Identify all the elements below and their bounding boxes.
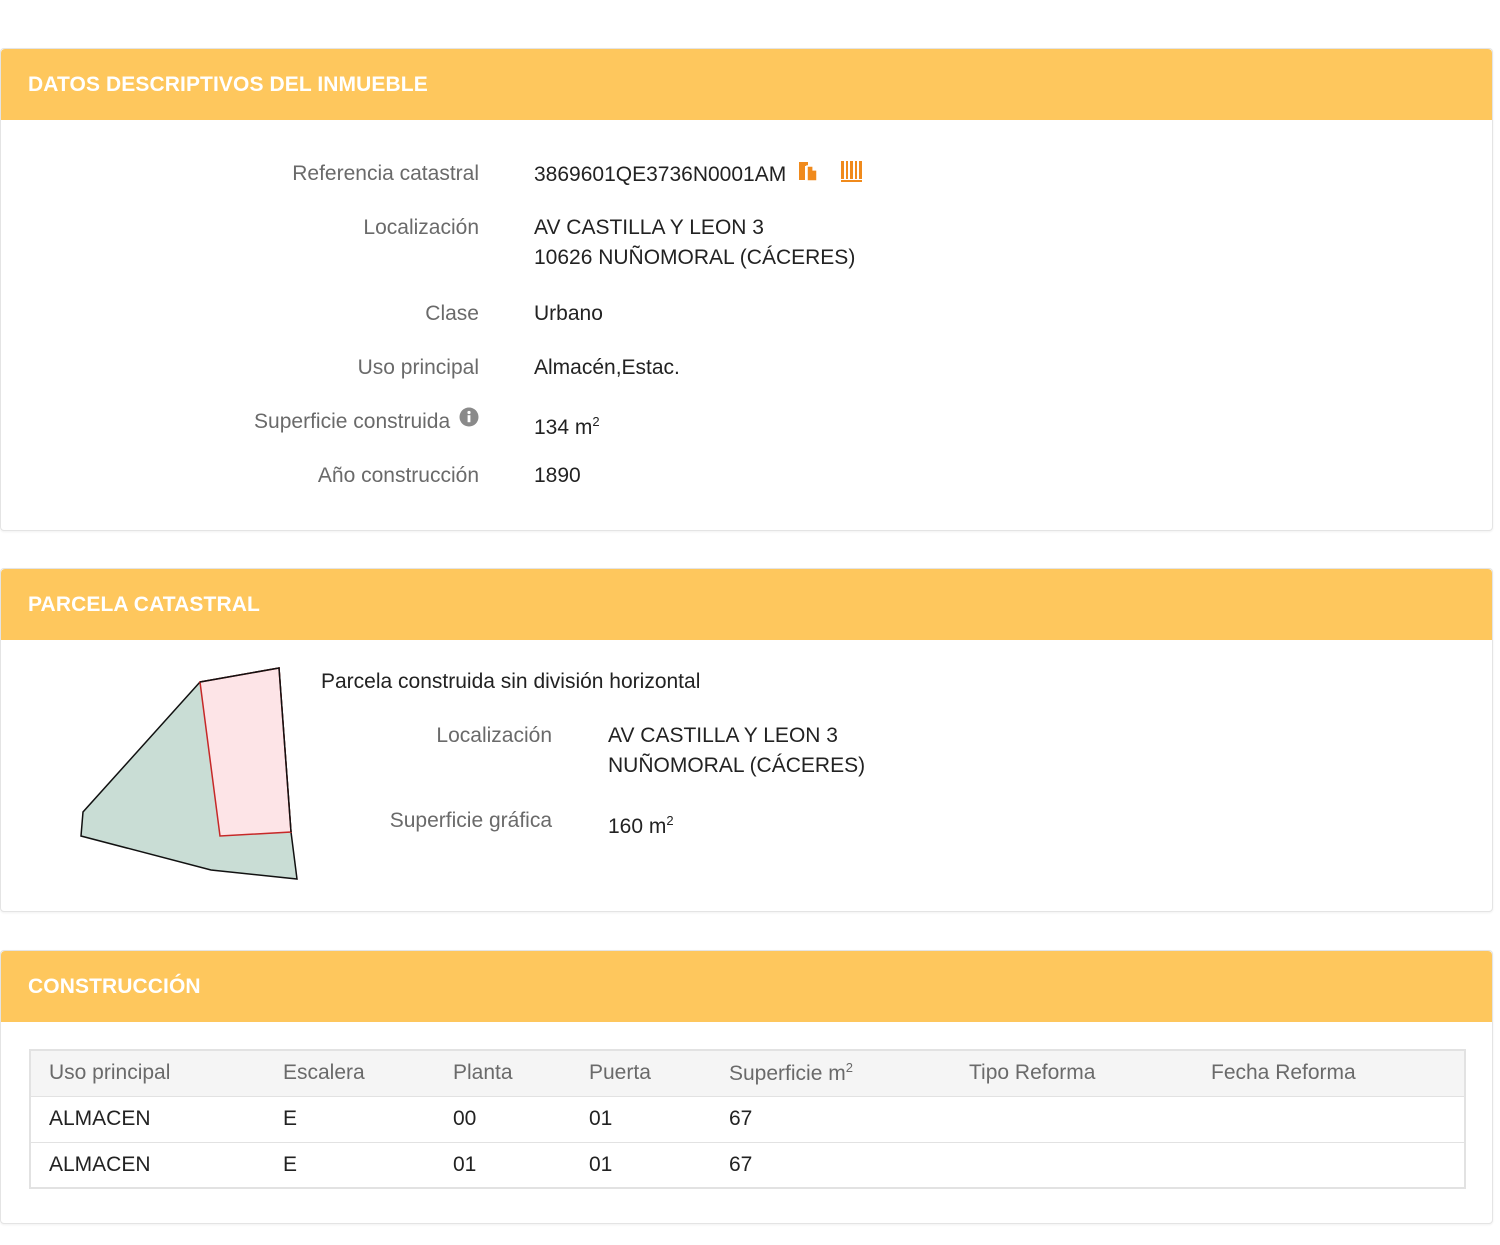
cell-uso: ALMACEN <box>49 1152 151 1176</box>
col-escalera: Escalera <box>283 1061 365 1085</box>
col-tipo-reforma: Tipo Reforma <box>969 1061 1096 1085</box>
superficie-construida-text: Superficie construida <box>254 410 451 433</box>
superficie-construida-number: 134 m <box>534 416 593 439</box>
referencia-label: Referencia catastral <box>292 162 479 185</box>
parcela-localizacion-value: AV CASTILLA Y LEON 3 NUÑOMORAL (CÁCERES) <box>608 721 865 781</box>
datos-descriptivos-header: DATOS DESCRIPTIVOS DEL INMUEBLE <box>1 49 1492 120</box>
col-superficie: Superficie m2 <box>711 1050 951 1096</box>
construccion-header: CONSTRUCCIÓN <box>1 951 1492 1022</box>
parcela-localizacion-label: Localización <box>436 724 552 747</box>
parcela-subtitle: Parcela construida sin división horizont… <box>321 670 701 693</box>
cell-puerta: 01 <box>589 1152 613 1176</box>
anio-construccion-value: 1890 <box>534 464 581 487</box>
parcela-catastral-panel: PARCELA CATASTRAL Parcela construida sin… <box>0 568 1493 912</box>
cell-superficie: 67 <box>729 1152 753 1176</box>
cell-planta: 01 <box>453 1152 477 1176</box>
localizacion-label: Localización <box>363 216 479 239</box>
localizacion-value: AV CASTILLA Y LEON 3 10626 NUÑOMORAL (CÁ… <box>534 213 855 273</box>
construccion-title: CONSTRUCCIÓN <box>28 974 201 998</box>
col-uso-principal: Uso principal <box>49 1061 171 1085</box>
superficie-grafica-value: 160 m2 <box>608 806 674 842</box>
superficie-construida-label: Superficie construida <box>254 407 479 434</box>
clase-label: Clase <box>425 302 479 325</box>
parcel-map[interactable] <box>71 664 311 894</box>
cell-puerta: 01 <box>589 1107 613 1130</box>
table-row: ALMACEN E 00 01 67 <box>30 1096 1465 1142</box>
cell-fecha-reforma <box>1193 1096 1465 1142</box>
construccion-panel: CONSTRUCCIÓN Uso principal Escalera Plan… <box>0 950 1493 1224</box>
parcela-localizacion-line2: NUÑOMORAL (CÁCERES) <box>608 754 866 777</box>
parcela-catastral-title: PARCELA CATASTRAL <box>28 592 260 616</box>
superficie-grafica-exp: 2 <box>666 813 674 828</box>
col-superficie-exp: 2 <box>845 1060 853 1076</box>
cell-planta: 00 <box>453 1107 477 1130</box>
col-superficie-text: Superficie m <box>729 1062 846 1086</box>
referencia-text: 3869601QE3736N0001AM <box>534 163 787 187</box>
cell-superficie: 67 <box>729 1107 753 1130</box>
cell-uso: ALMACEN <box>49 1107 151 1130</box>
cell-escalera: E <box>283 1152 298 1176</box>
uso-principal-value: Almacén,Estac. <box>534 356 680 379</box>
superficie-construida-value: 134 m2 <box>534 407 600 443</box>
col-planta: Planta <box>453 1061 513 1085</box>
table-row: ALMACEN E 01 01 67 <box>30 1142 1465 1188</box>
cell-escalera: E <box>283 1107 298 1130</box>
superficie-grafica-label: Superficie gráfica <box>389 809 552 832</box>
col-puerta: Puerta <box>589 1061 651 1085</box>
anio-construccion-label: Año construcción <box>317 464 479 487</box>
localizacion-line2: 10626 NUÑOMORAL (CÁCERES) <box>534 246 856 269</box>
cell-tipo-reforma <box>951 1142 1193 1188</box>
datos-descriptivos-title: DATOS DESCRIPTIVOS DEL INMUEBLE <box>28 72 428 96</box>
barcode-icon[interactable] <box>840 159 866 192</box>
parcela-catastral-header: PARCELA CATASTRAL <box>1 569 1492 640</box>
uso-principal-label: Uso principal <box>357 356 479 379</box>
parcela-localizacion-line1: AV CASTILLA Y LEON 3 <box>608 724 838 747</box>
superficie-grafica-number: 160 m <box>608 815 667 838</box>
cell-fecha-reforma <box>1193 1142 1465 1188</box>
col-fecha-reforma: Fecha Reforma <box>1211 1061 1356 1085</box>
localizacion-line1: AV CASTILLA Y LEON 3 <box>534 216 764 239</box>
copy-icon[interactable] <box>796 159 820 192</box>
datos-descriptivos-panel: DATOS DESCRIPTIVOS DEL INMUEBLE Referenc… <box>0 48 1493 531</box>
cell-tipo-reforma <box>951 1096 1193 1142</box>
referencia-value: 3869601QE3736N0001AM <box>534 159 866 192</box>
superficie-construida-exp: 2 <box>592 414 600 429</box>
construccion-table: Uso principal Escalera Planta Puerta Sup… <box>29 1049 1466 1189</box>
table-header-row: Uso principal Escalera Planta Puerta Sup… <box>30 1050 1465 1096</box>
info-icon[interactable] <box>459 407 479 433</box>
clase-value: Urbano <box>534 302 603 325</box>
